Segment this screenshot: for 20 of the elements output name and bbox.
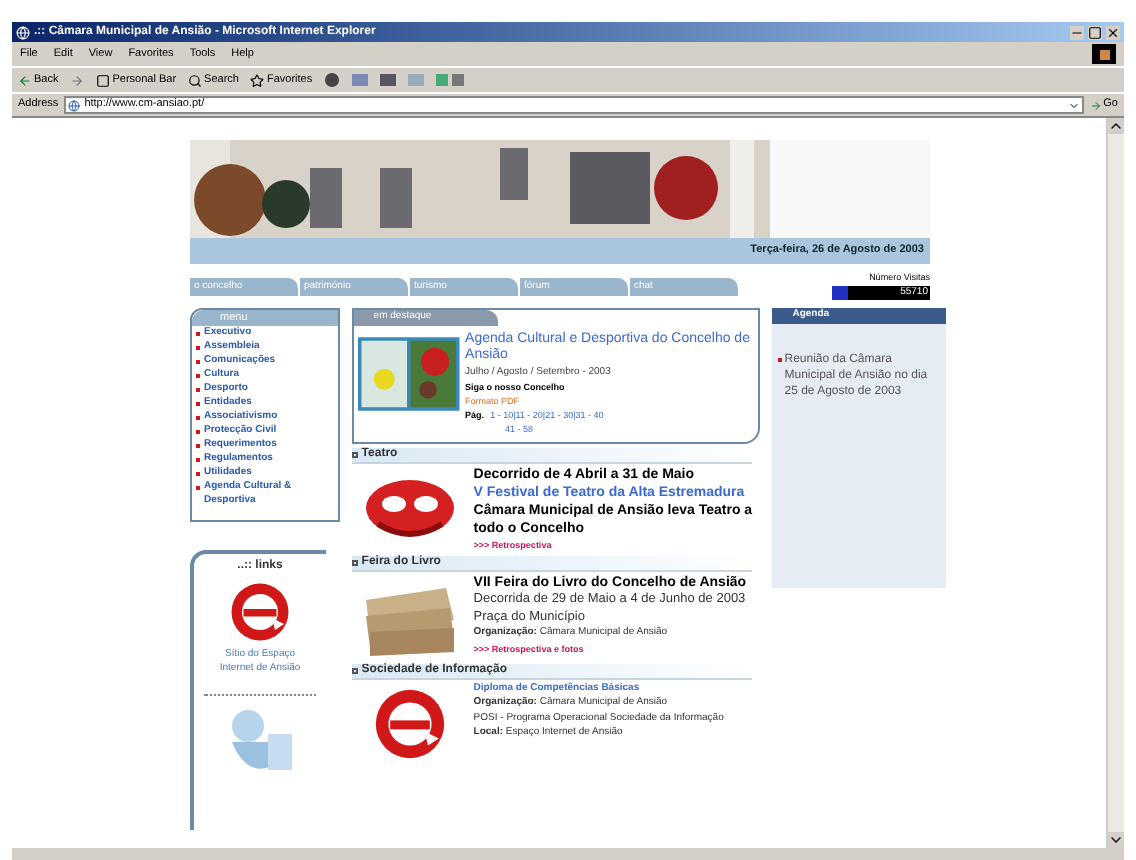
minimize-icon[interactable] [1070,25,1084,39]
panel-icon [96,73,111,87]
toolbar-button[interactable] [70,73,85,87]
forward-icon [70,73,85,87]
e-logo-icon [373,688,446,760]
search-icon [188,73,203,87]
windows-logo-icon [1092,44,1116,64]
scroll-up-icon[interactable] [1108,118,1124,134]
back-icon [18,73,32,87]
e-logo-icon [230,582,290,642]
dropdown-icon[interactable] [1067,99,1080,111]
scroll-down-icon[interactable] [1108,832,1124,848]
go-icon [1089,99,1102,111]
star-icon [250,73,265,87]
page-icon [68,99,81,111]
toolbar-icons-drawing [324,72,465,88]
scrollbar[interactable] [1106,118,1124,848]
close-icon[interactable] [1106,25,1120,39]
browser-icon [16,25,30,39]
maximize-icon[interactable] [1088,25,1102,39]
